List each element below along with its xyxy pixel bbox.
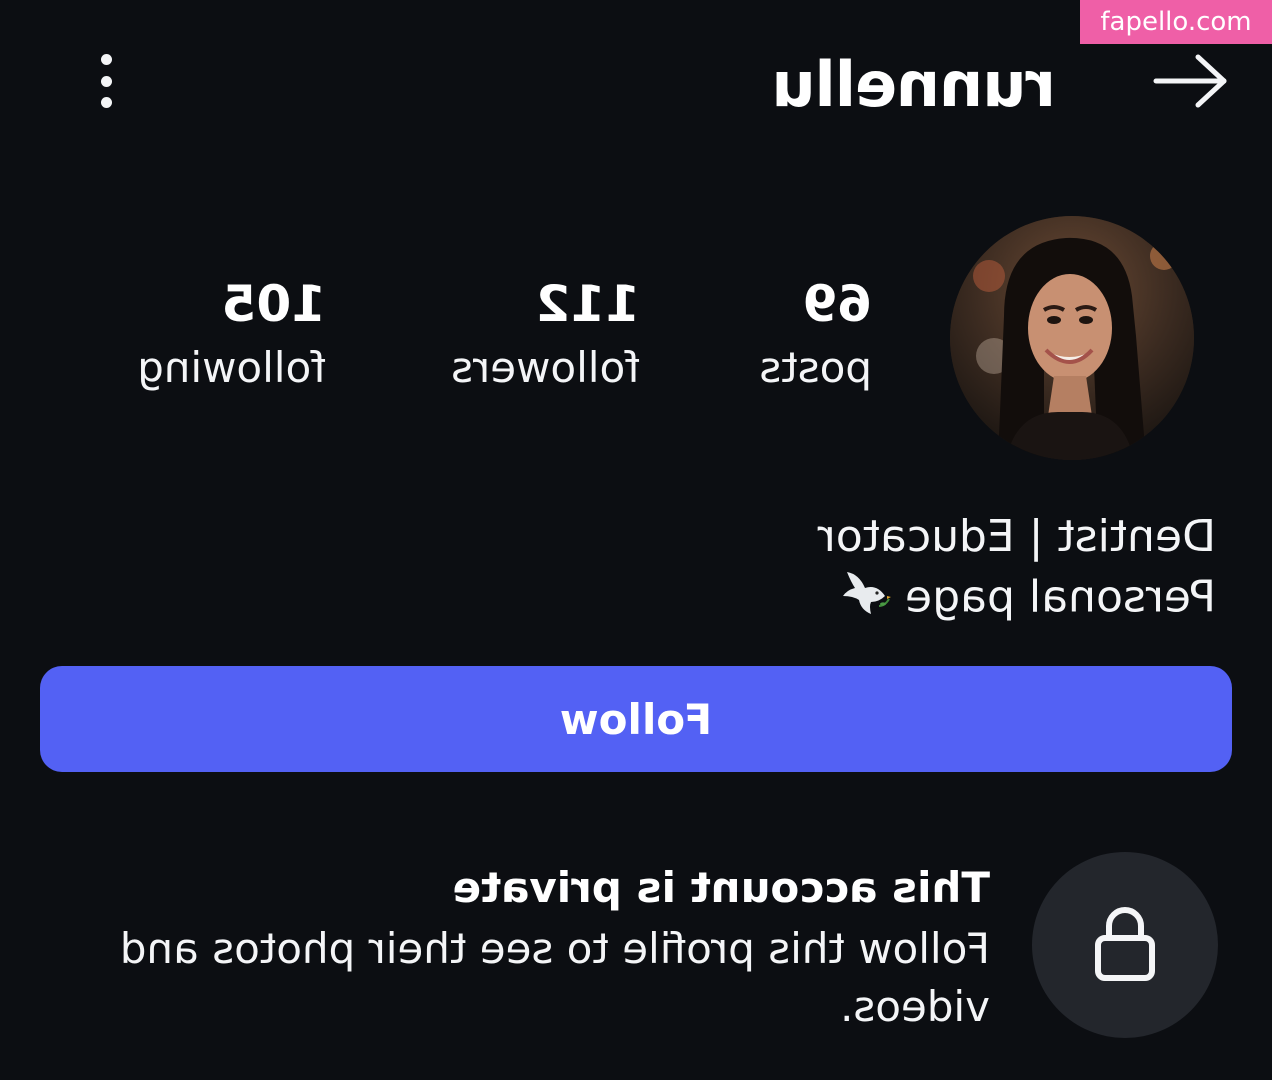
- more-vertical-icon: [101, 54, 113, 65]
- posts-count: 69: [802, 275, 872, 333]
- avatar[interactable]: [950, 216, 1194, 460]
- profile-username: runnellu: [772, 48, 1056, 121]
- more-vertical-icon-dot: [101, 75, 113, 87]
- arrow-left-icon: [1153, 54, 1227, 108]
- avatar-image: [950, 216, 1194, 460]
- stat-followers[interactable]: 112 followers: [451, 270, 640, 398]
- dove-icon: [839, 566, 892, 633]
- profile-bio: Dentist | Educator Personal page: [818, 508, 1216, 633]
- following-label: following: [137, 343, 326, 392]
- bio-line-2: Personal page: [818, 566, 1216, 633]
- private-description: Follow this profile to see their photos …: [119, 924, 990, 1031]
- followers-label: followers: [451, 343, 640, 392]
- bio-line-2-text: Personal page: [905, 571, 1216, 623]
- followers-count: 112: [535, 275, 640, 333]
- lock-icon: [1095, 907, 1155, 981]
- more-vertical-icon-dot: [101, 97, 113, 108]
- back-button[interactable]: [1148, 46, 1232, 116]
- follow-button[interactable]: Follow: [40, 666, 1232, 772]
- following-count: 105: [221, 275, 326, 333]
- profile-screen: runnellu 69 posts 112 followers 105 foll…: [0, 0, 1272, 1080]
- private-title: This account is private: [452, 863, 990, 912]
- posts-label: posts: [759, 343, 872, 392]
- bio-line-1: Dentist | Educator: [817, 511, 1216, 562]
- more-options-button[interactable]: [82, 48, 132, 114]
- private-lock-badge: [1032, 852, 1218, 1038]
- stat-following[interactable]: 105 following: [137, 270, 326, 398]
- stat-posts[interactable]: 69 posts: [759, 270, 872, 398]
